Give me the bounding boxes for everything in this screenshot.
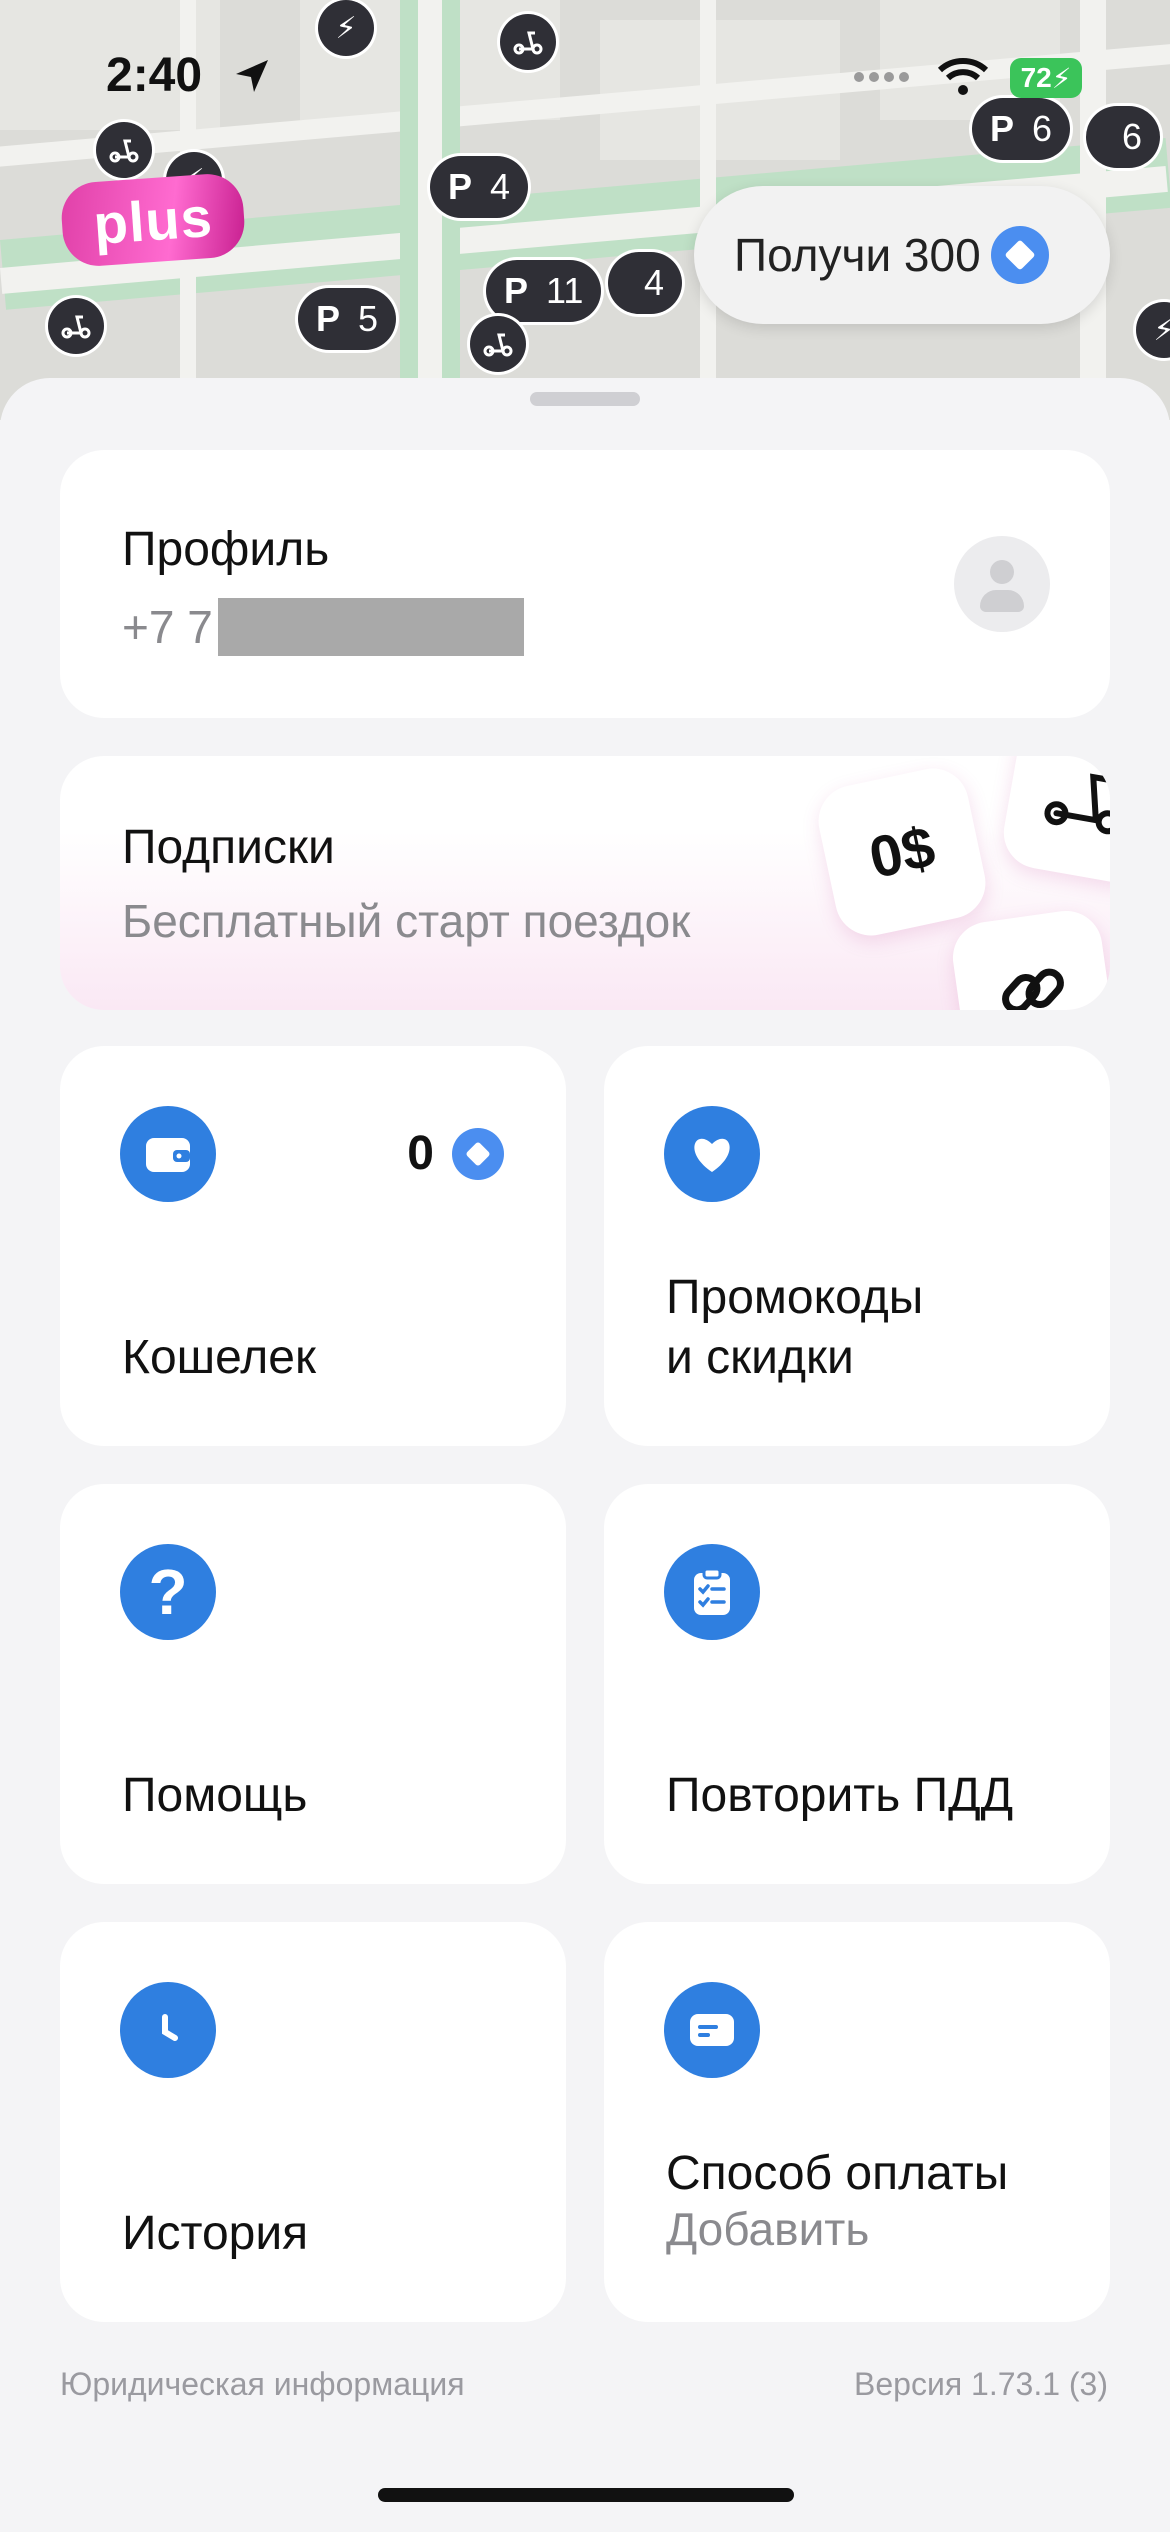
profile-phone: +7 7 <box>122 601 213 653</box>
parking-letter: P <box>316 298 341 339</box>
parking-pin[interactable]: P 4 <box>430 156 529 218</box>
parking-pin[interactable]: P 5 <box>298 288 397 350</box>
phone-redaction <box>218 598 524 656</box>
coin-icon <box>452 1127 504 1180</box>
profile-card[interactable]: Профиль +7 7 <box>60 450 1110 718</box>
traffic-rules-card[interactable]: Повторить ПДД <box>604 1484 1110 1884</box>
wallet-card[interactable]: 0 Кошелек <box>60 1046 566 1446</box>
coin-icon <box>990 226 1049 284</box>
get-300-button[interactable]: Получи 300 <box>694 186 1110 324</box>
free-start-tile: 0$ <box>811 761 993 943</box>
payment-label: Способ оплаты <box>666 2147 1009 2200</box>
wallet-label: Кошелек <box>122 1331 316 1384</box>
wifi-icon <box>938 58 988 95</box>
home-indicator[interactable] <box>378 2488 794 2502</box>
profile-title: Профиль <box>122 523 330 576</box>
battery-level: 72 <box>1020 62 1052 93</box>
wallet-balance: 0 <box>407 1126 504 1181</box>
parking-count: 4 <box>490 166 511 207</box>
history-card[interactable]: История <box>60 1922 566 2322</box>
payment-value: Добавить <box>666 2203 870 2255</box>
wallet-balance-value: 0 <box>407 1127 434 1180</box>
pdd-label: Повторить ПДД <box>666 1769 1014 1822</box>
status-bar: 2:40 72 ⚡ <box>0 0 1170 150</box>
scooter-icon <box>998 756 1110 888</box>
sheet-grabber[interactable] <box>530 392 640 406</box>
subscriptions-card[interactable]: Подписки Бесплатный старт поездок 0$ <box>60 756 1110 1010</box>
card-icon <box>664 1982 760 2078</box>
payment-method-card[interactable]: Способ оплаты Добавить <box>604 1922 1110 2322</box>
parking-letter: P <box>504 270 529 311</box>
plus-badge[interactable]: plus <box>59 171 247 269</box>
promo-label-line2: и скидки <box>666 1331 854 1384</box>
wallet-icon <box>120 1106 216 1202</box>
parking-count: 11 <box>546 270 584 311</box>
parking-pin[interactable]: P 11 <box>486 260 602 322</box>
cellular-signal-icon <box>854 72 909 82</box>
get-300-label: Получи 300 <box>734 229 981 281</box>
question-icon: ? <box>120 1544 216 1640</box>
subscriptions-subtitle: Бесплатный старт поездок <box>122 895 691 947</box>
link-icon <box>948 906 1110 1010</box>
promo-label: Промокоды и скидки <box>666 1268 923 1388</box>
parking-count: 4 <box>644 262 665 303</box>
promo-codes-card[interactable]: Промокоды и скидки <box>604 1046 1110 1446</box>
parking-pin[interactable]: 4 <box>608 252 683 314</box>
avatar <box>954 536 1050 632</box>
charging-marker-icon[interactable]: ⚡ <box>1136 302 1170 358</box>
help-label: Помощь <box>122 1769 308 1822</box>
parking-letter: P <box>448 166 473 207</box>
status-time: 2:40 <box>106 49 203 102</box>
clock-icon <box>120 1982 216 2078</box>
clipboard-icon <box>664 1544 760 1640</box>
legal-info-link[interactable]: Юридическая информация <box>60 2366 465 2403</box>
heart-icon <box>664 1106 760 1202</box>
subscriptions-title: Подписки <box>122 821 335 874</box>
scooter-marker-icon[interactable] <box>48 298 104 354</box>
parking-count: 5 <box>358 298 379 339</box>
location-arrow-icon <box>236 60 268 92</box>
promo-label-line1: Промокоды <box>666 1271 924 1324</box>
scooter-marker-icon[interactable] <box>470 316 526 372</box>
charging-bolt-icon: ⚡ <box>1051 62 1072 94</box>
help-card[interactable]: ? Помощь <box>60 1484 566 1884</box>
battery-indicator: 72 ⚡ <box>1010 58 1082 98</box>
history-label: История <box>122 2207 309 2260</box>
app-version: Версия 1.73.1 (3) <box>854 2366 1108 2402</box>
